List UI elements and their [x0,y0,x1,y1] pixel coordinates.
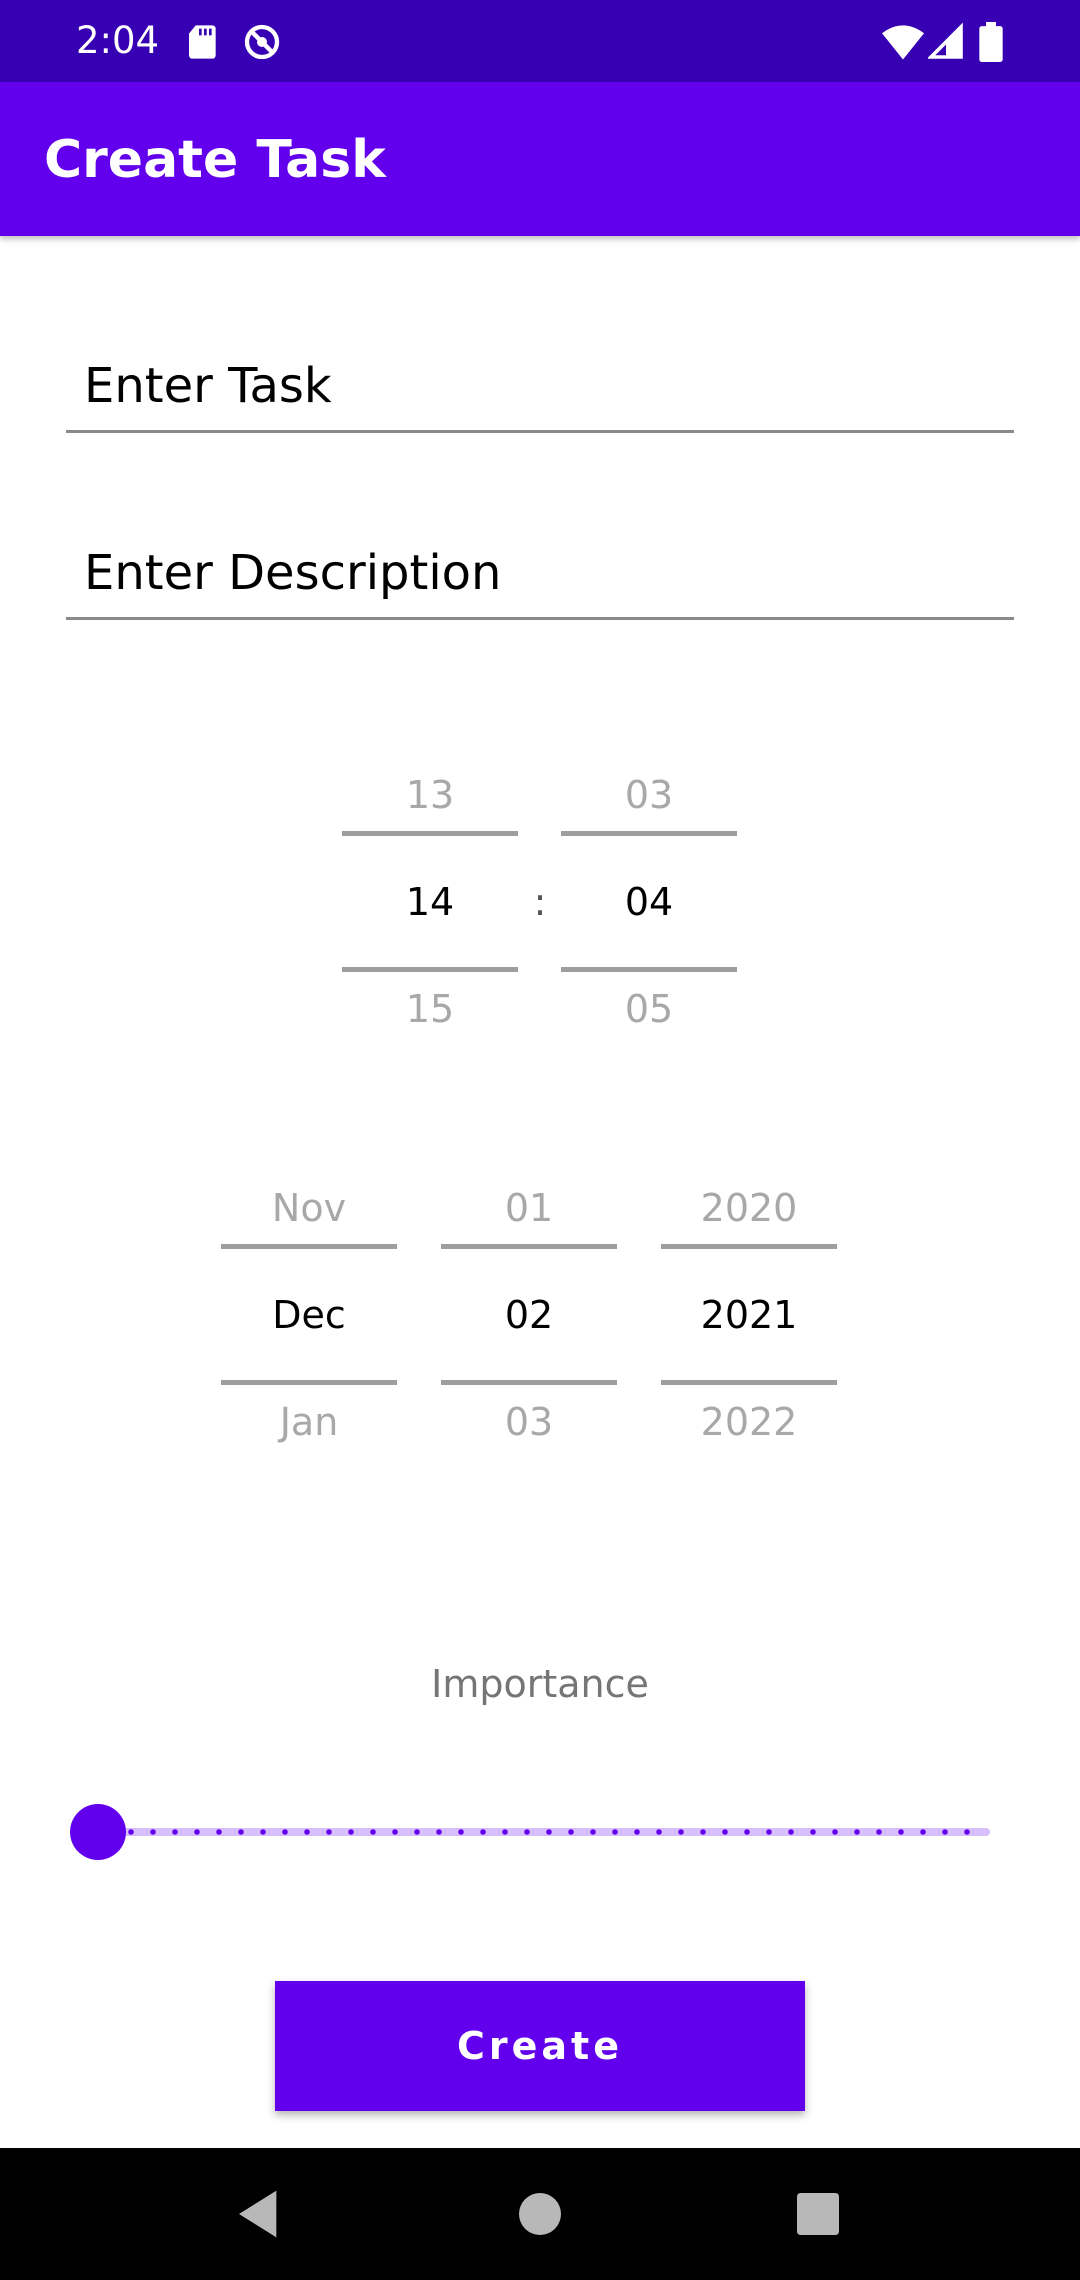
importance-label: Importance [431,1662,649,1706]
hour-picker[interactable]: 13 14 15 [342,771,518,1031]
minute-prev[interactable]: 03 [561,771,737,819]
picker-divider [342,967,518,972]
time-separator: : [533,880,547,924]
page-title: Create Task [44,130,386,190]
hour-next[interactable]: 15 [342,985,518,1033]
signal-icon [926,22,968,62]
picker-divider [661,1244,837,1249]
picker-divider [441,1244,617,1249]
recents-icon[interactable] [790,2186,846,2242]
navigation-bar [0,2148,1080,2280]
picker-divider [441,1380,617,1385]
month-next[interactable]: Jan [221,1398,397,1446]
year-current[interactable]: 2021 [661,1291,837,1339]
task-input-hint: Enter Task [84,358,332,414]
do-not-disturb-icon [242,22,282,62]
month-current[interactable]: Dec [221,1291,397,1339]
app-bar: Create Task [0,82,1080,236]
screen: 2:04 Create Task Enter Task Enter Descri… [0,0,1080,2280]
picker-divider [661,1380,837,1385]
year-next[interactable]: 2022 [661,1398,837,1446]
hour-prev[interactable]: 13 [342,771,518,819]
year-prev[interactable]: 2020 [661,1184,837,1232]
slider-ticks [98,1829,986,1835]
picker-divider [221,1244,397,1249]
battery-icon [976,22,1016,63]
back-icon[interactable] [232,2186,288,2242]
day-next[interactable]: 03 [441,1398,617,1446]
wifi-icon [882,22,924,62]
importance-slider[interactable] [70,1800,990,1864]
description-input[interactable]: Enter Description [66,529,1014,620]
sd-card-icon [184,22,224,62]
picker-divider [561,967,737,972]
hour-current[interactable]: 14 [342,878,518,926]
month-prev[interactable]: Nov [221,1184,397,1232]
description-input-hint: Enter Description [84,545,502,601]
create-button[interactable]: Create [275,1981,805,2111]
status-bar: 2:04 [0,0,1080,82]
day-picker[interactable]: 01 02 03 [441,1184,617,1444]
status-time: 2:04 [76,19,160,62]
minute-current[interactable]: 04 [561,878,737,926]
minute-picker[interactable]: 03 04 05 [561,771,737,1031]
home-icon[interactable] [512,2186,568,2242]
year-picker[interactable]: 2020 2021 2022 [661,1184,837,1444]
task-input[interactable]: Enter Task [66,342,1014,433]
month-picker[interactable]: Nov Dec Jan [221,1184,397,1444]
day-prev[interactable]: 01 [441,1184,617,1232]
slider-thumb[interactable] [70,1804,126,1860]
picker-divider [561,831,737,836]
minute-next[interactable]: 05 [561,985,737,1033]
picker-divider [342,831,518,836]
picker-divider [221,1380,397,1385]
day-current[interactable]: 02 [441,1291,617,1339]
